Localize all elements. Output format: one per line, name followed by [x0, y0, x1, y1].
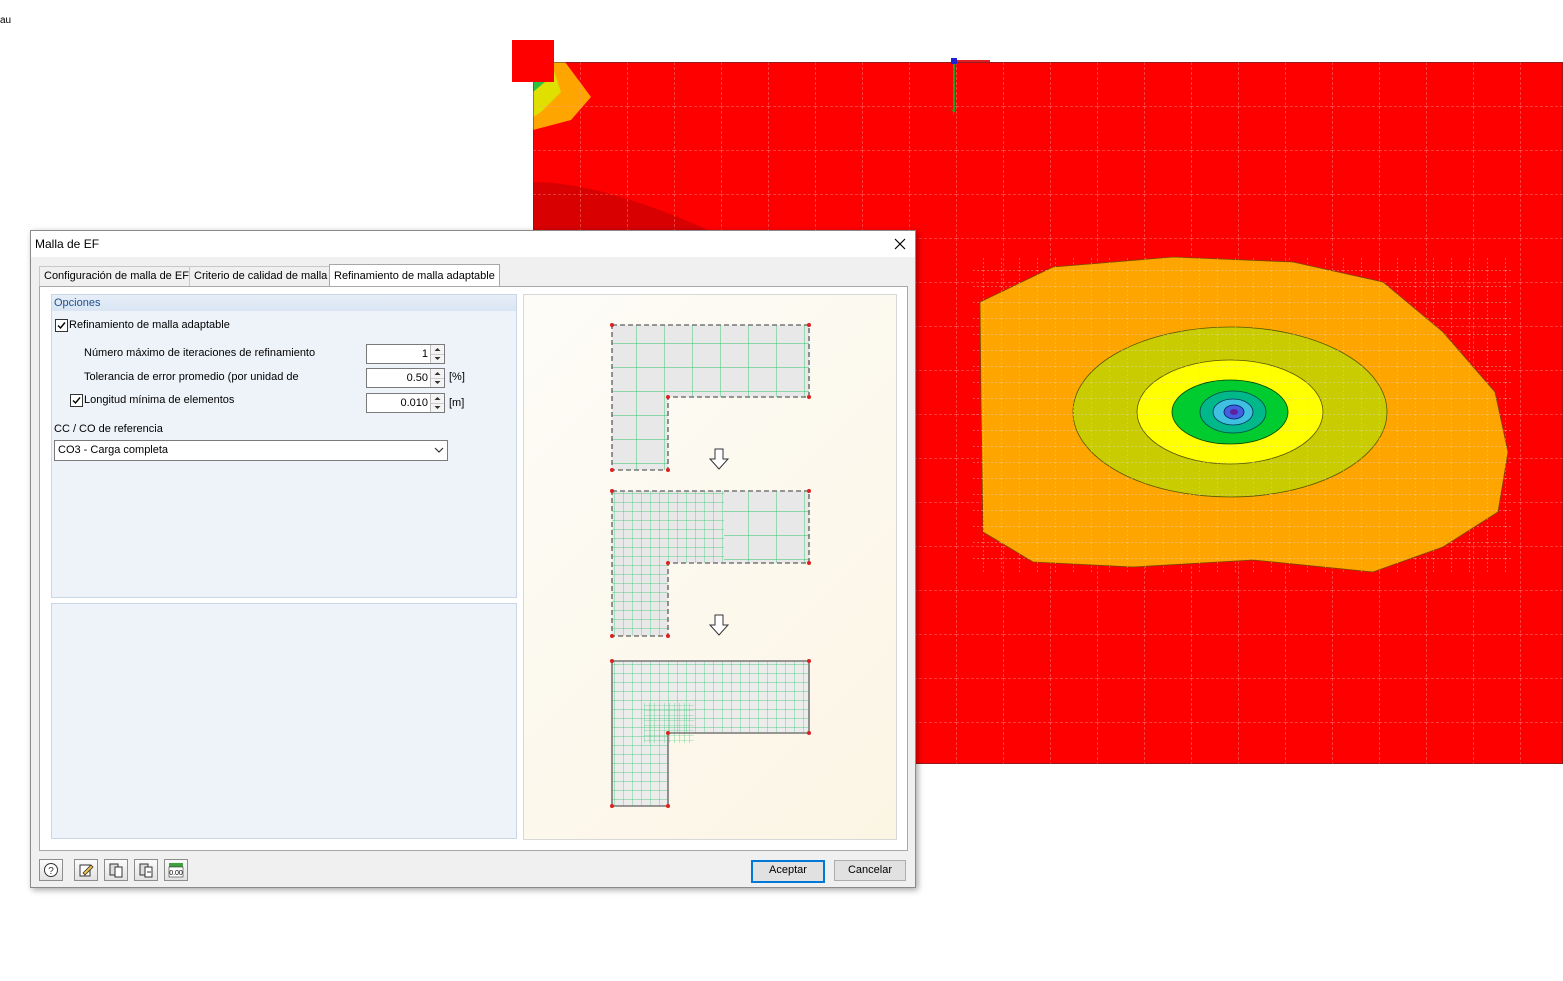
adaptive-refinement-label: Refinamiento de malla adaptable — [69, 319, 230, 331]
close-icon — [894, 238, 906, 250]
y-axis-indicator — [953, 60, 955, 112]
spin-down-icon[interactable] — [431, 378, 444, 387]
copy-from-icon — [109, 863, 123, 878]
tab-mesh-settings[interactable]: Configuración de malla de EF — [39, 266, 194, 286]
options-header-label: Opciones — [54, 297, 101, 309]
options-header: Opciones — [52, 295, 516, 311]
edit-icon — [79, 864, 94, 877]
dialog-title: Malla de EF — [35, 237, 100, 251]
fe-mesh-dialog: Malla de EF Configuración de malla de EF… — [30, 230, 916, 888]
min-element-length-spinner[interactable] — [430, 394, 444, 412]
dialog-titlebar[interactable]: Malla de EF — [31, 231, 915, 257]
min-element-length-stepper[interactable]: 0.010 — [366, 393, 445, 413]
ok-button[interactable]: Aceptar — [751, 860, 825, 883]
min-element-length-label: Longitud mínima de elementos — [84, 394, 235, 406]
decimal-places-button[interactable]: 0.00 — [164, 859, 188, 881]
support-marker — [512, 40, 554, 82]
max-iterations-value: 1 — [421, 348, 428, 360]
spin-down-icon[interactable] — [431, 403, 444, 412]
tab-panel: Opciones Refinamiento de malla adaptable… — [39, 286, 908, 851]
copy-to-button[interactable] — [134, 859, 158, 881]
refinement-illustration — [523, 294, 897, 840]
error-tolerance-value: 0.50 — [406, 372, 428, 384]
options-group: Opciones Refinamiento de malla adaptable… — [51, 294, 517, 598]
error-tolerance-unit: [%] — [449, 371, 465, 383]
help-icon: ? — [44, 863, 58, 877]
reference-lc-value: CO3 - Carga completa — [58, 444, 169, 456]
x-axis-indicator — [955, 60, 990, 62]
error-tolerance-spinner[interactable] — [430, 369, 444, 387]
close-button[interactable] — [891, 235, 909, 253]
min-element-length-unit: [m] — [449, 397, 465, 409]
copy-to-icon — [139, 863, 153, 878]
max-iterations-label: Número máximo de iteraciones de refinami… — [84, 347, 316, 359]
spin-down-icon[interactable] — [431, 354, 444, 363]
info-panel — [51, 603, 517, 839]
cancel-button[interactable]: Cancelar — [834, 860, 906, 881]
tab-adaptive-refinement[interactable]: Refinamiento de malla adaptable — [329, 264, 500, 287]
error-tolerance-label: Tolerancia de error promedio (por unidad… — [84, 371, 299, 383]
min-element-length-value: 0.010 — [400, 397, 428, 409]
help-button[interactable]: ? — [39, 859, 63, 881]
decimal-places-icon: 0.00 — [168, 863, 184, 878]
svg-text:?: ? — [48, 866, 54, 877]
arrow-down-icon — [708, 614, 730, 636]
arrow-down-icon — [708, 448, 730, 470]
axis-origin — [951, 58, 957, 64]
corner-label: au — [0, 15, 12, 26]
max-iterations-spinner[interactable] — [430, 345, 444, 363]
copy-from-button[interactable] — [104, 859, 128, 881]
adaptive-refinement-checkbox[interactable] — [55, 319, 68, 332]
chevron-down-icon — [434, 447, 444, 453]
dialog-footer: ? 0.00 Aceptar Cancelar — [31, 849, 915, 887]
reference-lc-select[interactable]: CO3 - Carga completa — [54, 440, 448, 461]
max-iterations-stepper[interactable]: 1 — [366, 344, 445, 364]
edit-button[interactable] — [74, 859, 98, 881]
min-element-length-checkbox[interactable] — [70, 394, 83, 407]
checkmark-icon — [57, 322, 66, 330]
tab-mesh-quality[interactable]: Criterio de calidad de malla — [189, 266, 333, 286]
reference-lc-label: CC / CO de referencia — [54, 423, 163, 435]
error-tolerance-stepper[interactable]: 0.50 — [366, 368, 445, 388]
y-axis-label: Y — [951, 108, 957, 117]
checkmark-icon — [72, 397, 81, 405]
svg-text:0.00: 0.00 — [169, 870, 183, 877]
